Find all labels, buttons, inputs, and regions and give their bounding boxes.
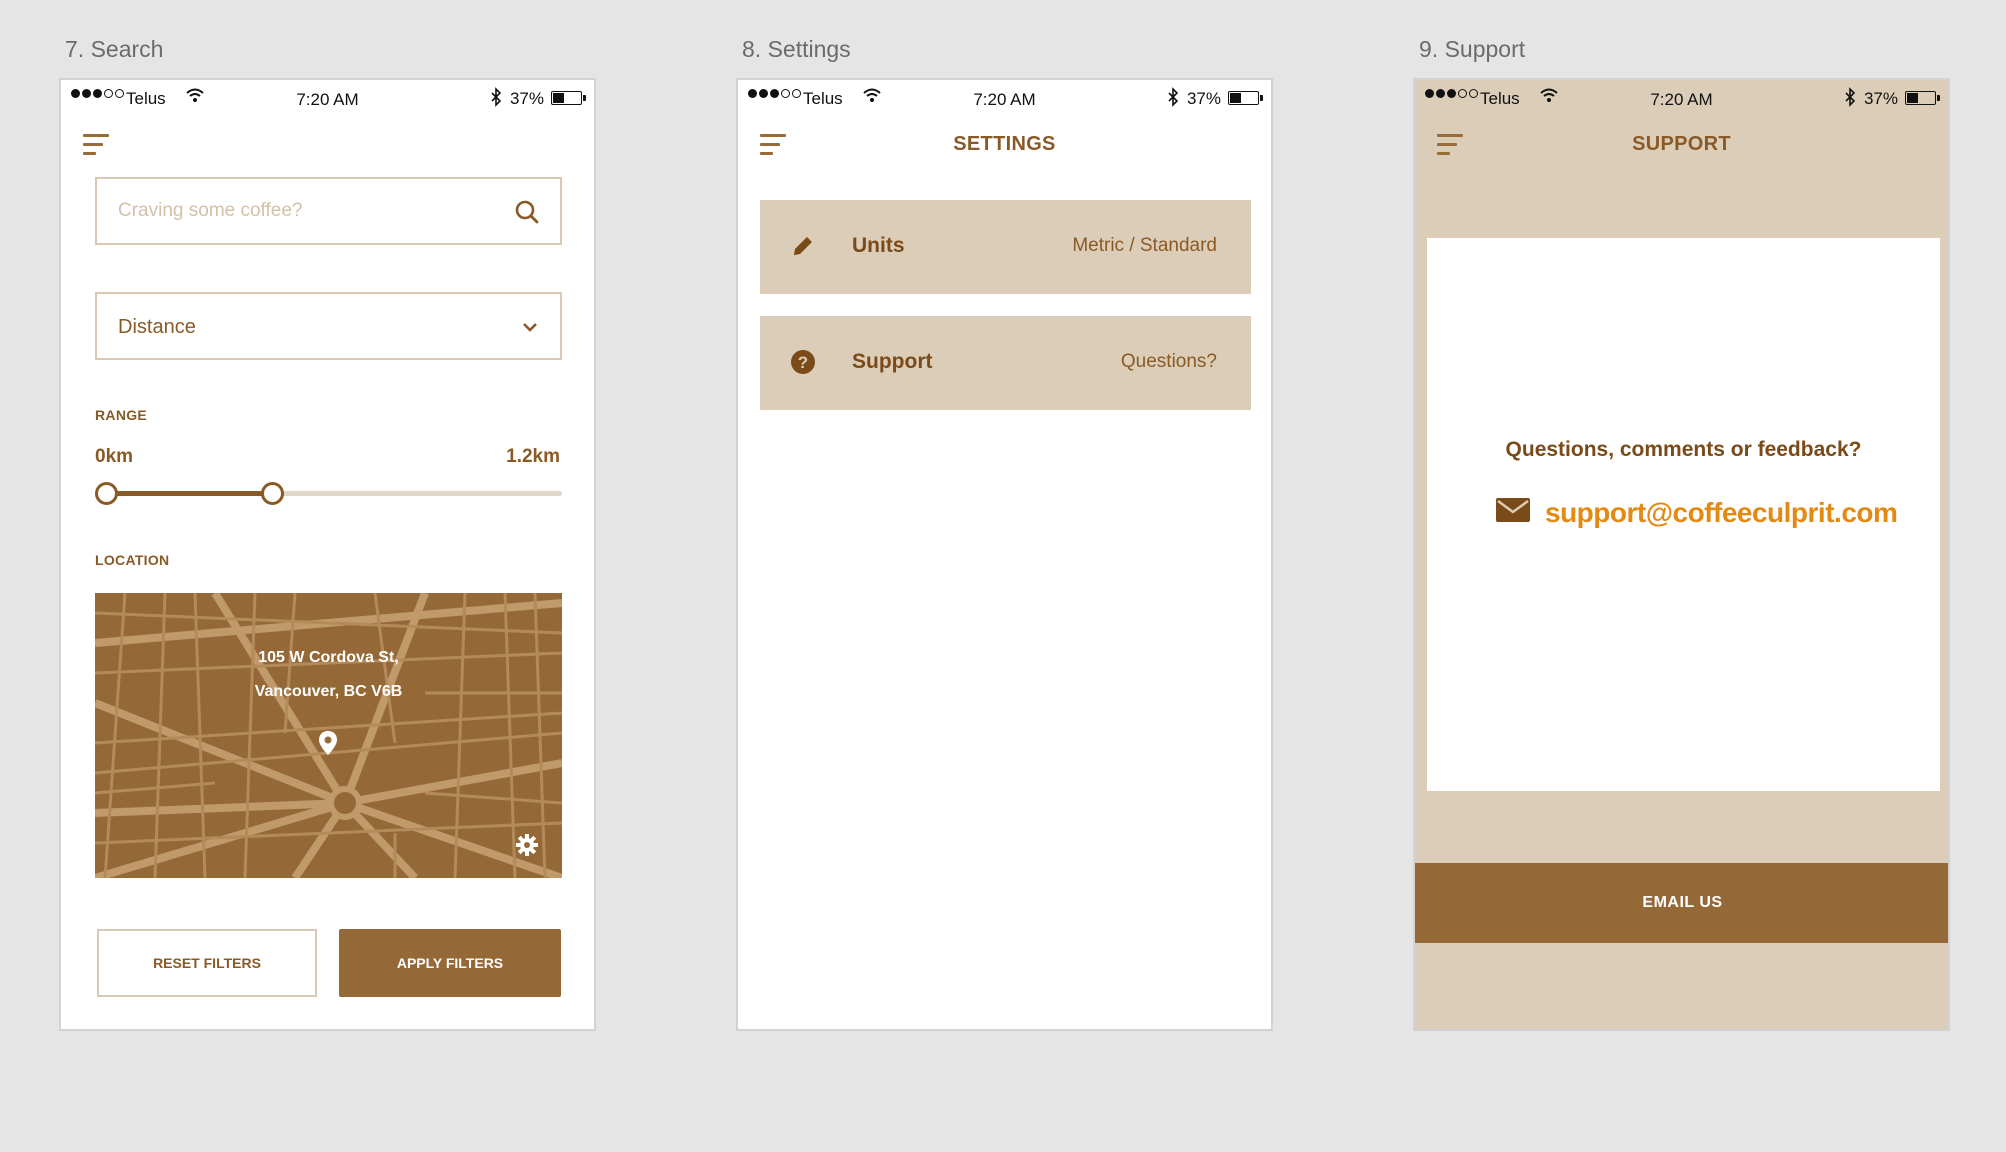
range-slider-min-handle[interactable] [95,482,118,505]
bluetooth-icon [1844,87,1856,112]
bluetooth-icon [1167,87,1179,112]
location-map[interactable]: 105 W Cordova St, Vancouver, BC V6B [95,593,562,878]
battery-percent: 37% [1863,89,1898,108]
support-question: Questions, comments or feedback? [1505,438,1862,461]
map-address-line-1: 105 W Cordova St, [258,649,399,666]
support-card: Questions, comments or feedback? support… [1427,238,1940,791]
range-max-value: 1.2km [506,446,560,467]
map-settings-icon[interactable] [515,833,539,862]
menu-icon[interactable] [83,132,113,158]
support-screen: Telus 7:20 AM 37% SUPPORT Questions, com… [1413,78,1950,1031]
sort-dropdown[interactable]: Distance [95,292,562,360]
settings-row-label: Support [852,350,933,373]
status-bar: Telus 7:20 AM 37% [1415,80,1948,120]
pencil-icon [790,233,816,264]
page-title: SETTINGS [953,133,1056,155]
settings-row-label: Units [852,234,905,257]
apply-filters-button[interactable]: APPLY FILTERS [339,929,561,997]
page-title: SUPPORT [1632,133,1731,155]
range-slider-max-handle[interactable] [261,482,284,505]
sort-selected-value: Distance [118,316,196,338]
svg-text:?: ? [798,353,808,372]
support-email-row[interactable]: support@coffeeculprit.com [1495,496,1898,529]
search-field [95,177,562,245]
artboard-label-search: 7. Search [65,36,164,62]
status-bar: Telus 7:20 AM 37% [738,80,1271,120]
reset-filters-button[interactable]: RESET FILTERS [97,929,317,997]
support-email-link[interactable]: support@coffeeculprit.com [1545,497,1898,529]
battery-percent: 37% [1186,89,1221,108]
location-label: LOCATION [95,552,170,568]
settings-row-value: Questions? [1120,351,1217,372]
battery-icon [1228,91,1263,105]
email-us-button[interactable]: EMAIL US [1415,863,1948,943]
settings-row-support[interactable]: ? Support Questions? [760,316,1251,410]
location-pin-icon [317,730,339,761]
battery-percent: 37% [509,89,544,108]
range-slider-fill [105,491,271,496]
range-min-value: 0km [95,446,134,467]
artboard-label-support: 9. Support [1419,36,1526,62]
question-circle-icon: ? [790,349,816,380]
search-icon[interactable] [514,199,540,230]
settings-row-value: Metric / Standard [1072,235,1217,256]
range-label: RANGE [95,407,148,423]
settings-screen: Telus 7:20 AM 37% SETTINGS Units Metric … [736,78,1273,1031]
artboard-label-settings: 8. Settings [742,36,851,62]
search-screen: Telus 7:20 AM 37% Distance RANGE 0km 1.2… [59,78,596,1031]
chevron-down-icon [522,320,538,338]
status-bar: Telus 7:20 AM 37% [61,80,594,120]
map-address-line-2: Vancouver, BC V6B [254,683,403,700]
bluetooth-icon [490,87,502,112]
battery-icon [551,91,586,105]
envelope-icon [1495,496,1531,529]
battery-icon [1905,91,1940,105]
settings-row-units[interactable]: Units Metric / Standard [760,200,1251,294]
search-input[interactable] [97,179,477,243]
